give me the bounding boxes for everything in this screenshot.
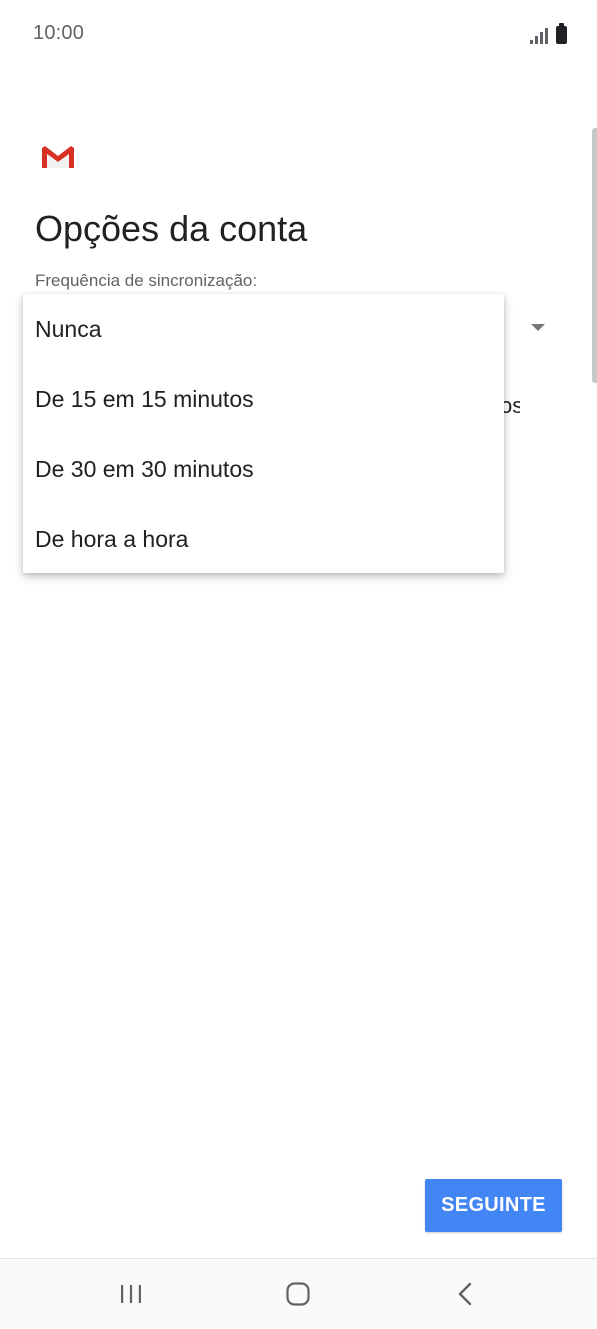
page-title: Opções da conta xyxy=(35,208,308,249)
home-icon xyxy=(286,1282,310,1306)
menu-item-15-minutos[interactable]: De 15 em 15 minutos xyxy=(23,364,504,434)
gmail-logo xyxy=(42,146,74,168)
recents-icon xyxy=(121,1285,141,1303)
status-time: 10:00 xyxy=(33,22,85,44)
next-button[interactable]: SEGUINTE xyxy=(425,1179,562,1232)
sync-frequency-label: Frequência de sincronização: xyxy=(35,271,258,290)
navigation-bar xyxy=(0,1258,597,1328)
menu-item-hora-a-hora[interactable]: De hora a hora xyxy=(23,504,504,573)
dropdown-arrow-icon[interactable] xyxy=(531,324,545,331)
back-icon xyxy=(458,1282,472,1306)
signal-icon xyxy=(530,26,548,44)
menu-item-nunca[interactable]: Nunca xyxy=(23,294,504,364)
scroll-indicator[interactable] xyxy=(592,128,597,383)
sync-frequency-menu: Nunca De 15 em 15 minutos De 30 em 30 mi… xyxy=(23,294,504,573)
recents-button[interactable] xyxy=(91,1259,171,1329)
menu-item-30-minutos[interactable]: De 30 em 30 minutos xyxy=(23,434,504,504)
back-button[interactable] xyxy=(425,1259,505,1329)
battery-icon xyxy=(556,23,567,44)
home-button[interactable] xyxy=(258,1259,338,1329)
status-bar: 10:00 xyxy=(0,0,597,70)
status-icons xyxy=(530,22,567,44)
